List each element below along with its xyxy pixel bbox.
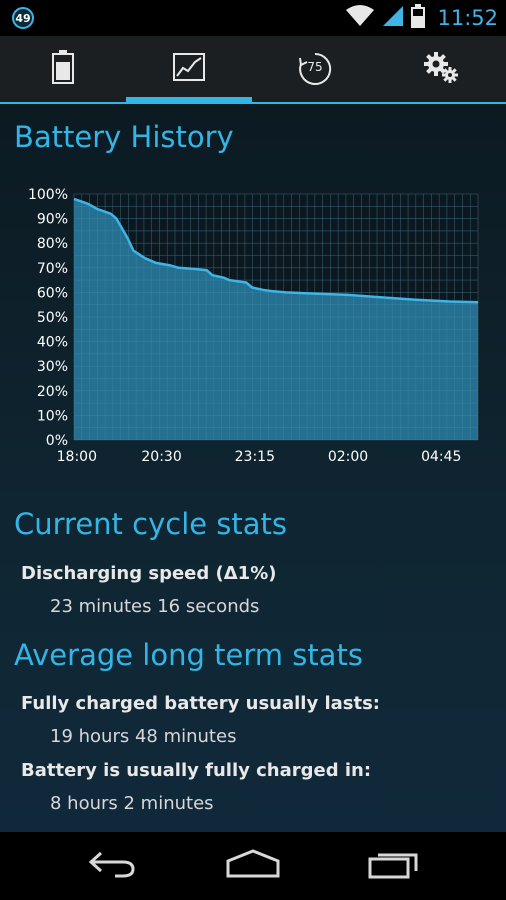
x-tick-label: 04:45 xyxy=(421,449,461,465)
y-tick-label: 30% xyxy=(37,359,68,375)
home-icon xyxy=(225,849,281,883)
usually-lasts-value: 19 hours 48 minutes xyxy=(50,726,237,747)
y-tick-label: 90% xyxy=(37,212,68,228)
signal-icon xyxy=(381,4,405,32)
battery-status-icon xyxy=(411,4,426,32)
recent-apps-button[interactable] xyxy=(344,842,444,890)
y-tick-label: 10% xyxy=(37,408,68,424)
tab-history[interactable] xyxy=(126,36,252,104)
y-tick-label: 60% xyxy=(37,285,68,301)
status-bar: 49 11:52 xyxy=(0,0,506,36)
clock: 11:52 xyxy=(437,6,498,30)
y-tick-label: 100% xyxy=(28,187,68,203)
wifi-icon xyxy=(345,4,375,32)
long-term-title: Average long term stats xyxy=(14,638,363,672)
charged-in-label: Battery is usually fully charged in: xyxy=(21,760,372,781)
back-button[interactable] xyxy=(62,842,162,890)
notification-badge: 49 xyxy=(12,7,34,29)
discharging-speed-value: 23 minutes 16 seconds xyxy=(50,596,260,617)
home-button[interactable] xyxy=(203,842,303,890)
tab-battery[interactable] xyxy=(0,36,126,102)
x-tick-label: 23:15 xyxy=(235,449,275,465)
chart-icon xyxy=(173,53,205,85)
tab-settings[interactable] xyxy=(378,36,504,102)
y-tick-label: 20% xyxy=(37,384,68,400)
discharging-speed-label: Discharging speed (Δ1%) xyxy=(21,563,277,584)
y-tick-label: 0% xyxy=(46,433,68,449)
y-tick-label: 70% xyxy=(37,261,68,277)
charged-in-value: 8 hours 2 minutes xyxy=(50,793,214,814)
battery-icon xyxy=(52,50,74,88)
status-icons: 11:52 xyxy=(345,4,498,32)
y-tick-label: 50% xyxy=(37,310,68,326)
recent-apps-icon xyxy=(368,849,420,883)
navigation-bar xyxy=(0,832,506,900)
tab-cycles[interactable]: 75 xyxy=(252,36,378,102)
tab-bar: 75 xyxy=(0,36,506,104)
y-tick-label: 80% xyxy=(37,236,68,252)
x-tick-label: 20:30 xyxy=(141,449,181,465)
y-tick-label: 40% xyxy=(37,335,68,351)
x-tick-label: 02:00 xyxy=(328,449,368,465)
battery-history-chart: 0% 10% 20% 30% 40% 50% 60% 70% 80% 90% 100% 18:00 20… xyxy=(28,187,479,465)
gears-icon xyxy=(423,51,459,87)
back-icon xyxy=(87,849,137,883)
usually-lasts-label: Fully charged battery usually lasts: xyxy=(21,693,381,714)
cycle-counter-icon: 75 xyxy=(298,52,332,86)
battery-history-title: Battery History xyxy=(14,120,234,154)
current-cycle-title: Current cycle stats xyxy=(14,507,288,541)
x-tick-label: 18:00 xyxy=(57,449,97,465)
cycle-count-label: 75 xyxy=(307,60,323,74)
